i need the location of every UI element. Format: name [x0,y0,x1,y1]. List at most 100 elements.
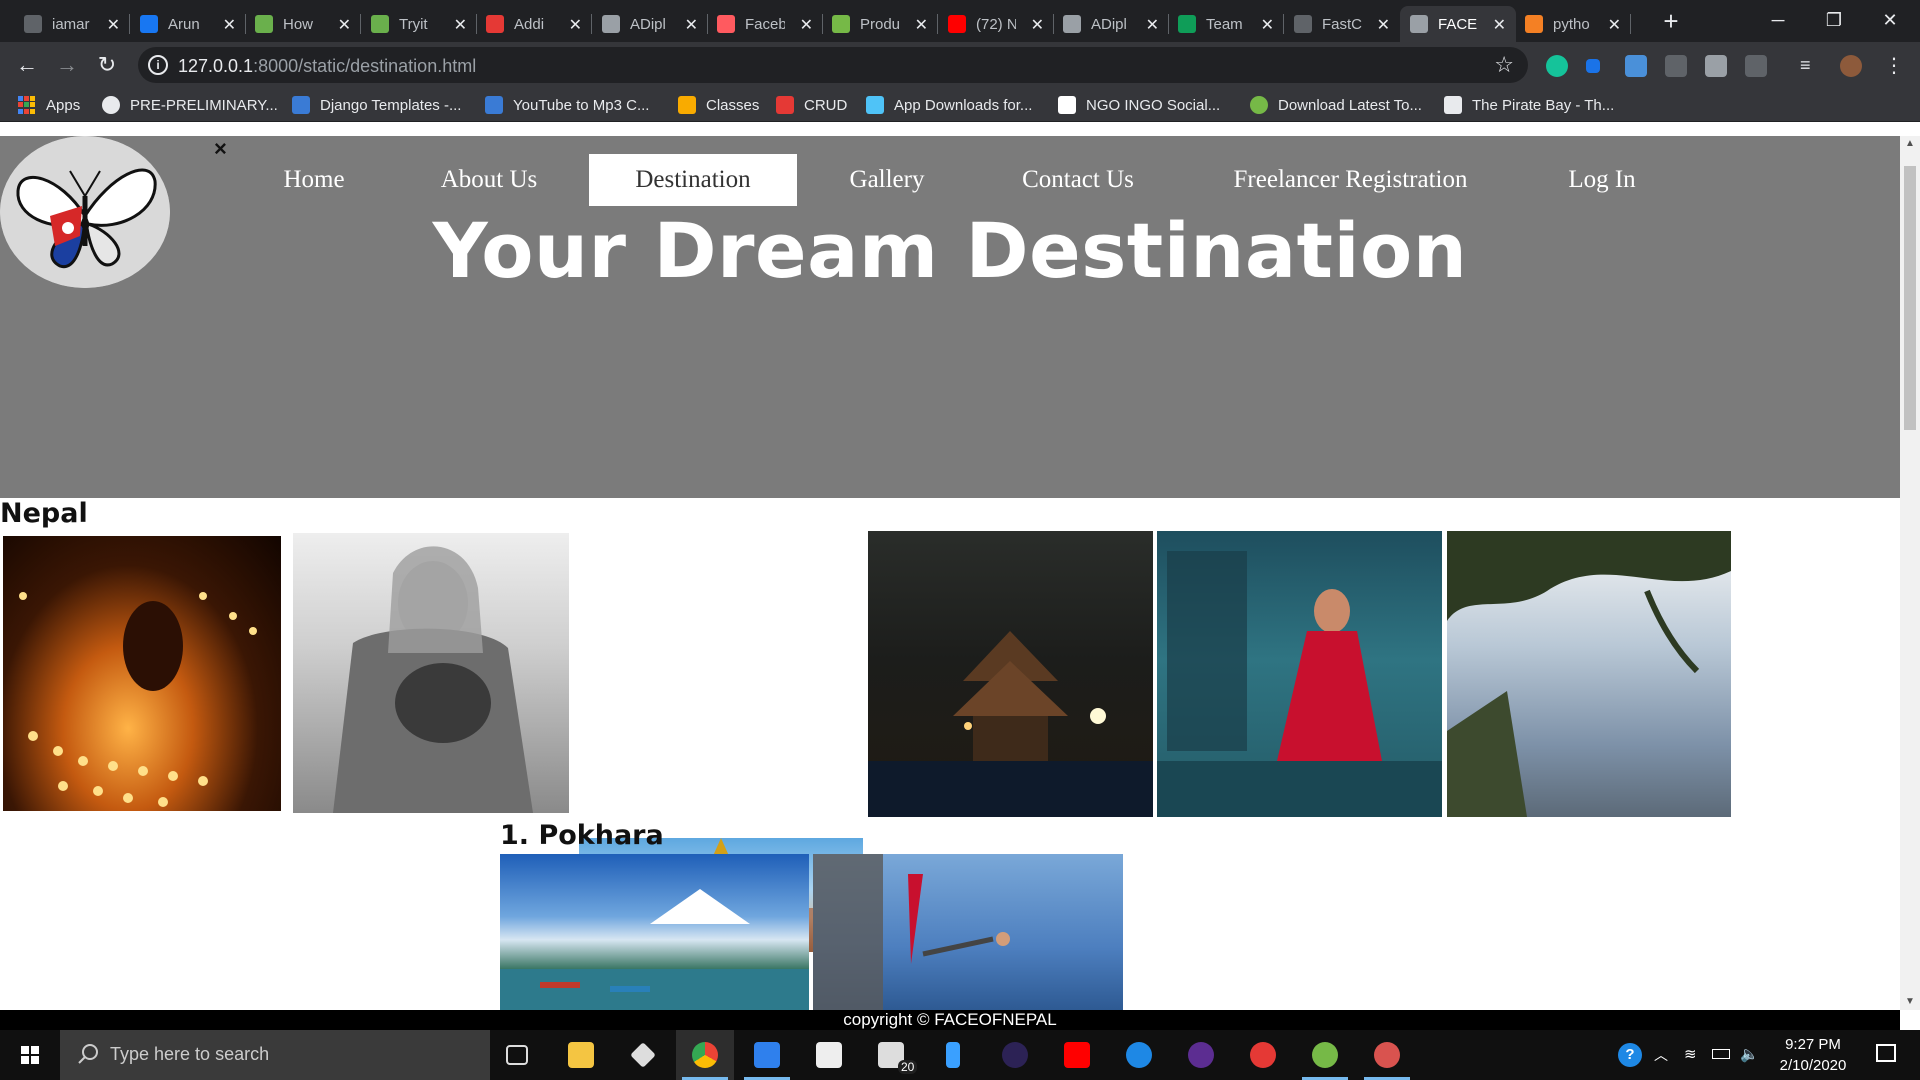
browser-tab[interactable]: Arun ✕ [130,6,246,42]
volume-icon[interactable]: 🔈 [1740,1030,1762,1080]
tab-title: Team [1206,15,1243,33]
bookmark-item[interactable]: YouTube to Mp3 C... [485,94,649,116]
reload-button[interactable]: ↻ [92,50,122,80]
tab-close-icon[interactable]: ✕ [1261,15,1274,35]
site-info-icon[interactable]: i [148,55,168,75]
tab-title: pytho [1553,15,1590,33]
edge-button[interactable] [1110,1030,1168,1080]
dropbox-button[interactable] [614,1030,672,1080]
tab-close-icon[interactable]: ✕ [338,15,351,35]
taskbar-search-box[interactable]: Type here to search [60,1030,490,1080]
bookmark-item[interactable]: PRE-PRELIMINARY... [102,94,278,116]
bookmark-item[interactable]: The Pirate Bay - Th... [1444,94,1614,116]
browser-tab[interactable]: Produ ✕ [822,6,938,42]
tab-close-icon[interactable]: ✕ [915,15,928,35]
bookmark-item[interactable]: Classes [678,94,759,116]
page-scrollbar[interactable]: ▲ ▼ [1900,136,1920,1010]
facebook-extension-icon[interactable] [1745,55,1767,77]
browser-tab[interactable]: pytho ✕ [1515,6,1631,42]
address-bar[interactable]: i 127.0.0.1:8000/static/destination.html… [138,47,1528,83]
tab-close-icon[interactable]: ✕ [223,15,236,35]
app-red-button[interactable] [1234,1030,1292,1080]
tab-close-icon[interactable]: ✕ [1146,15,1159,35]
browser-tab[interactable]: Addi ✕ [476,6,592,42]
new-tab-button[interactable]: + [1656,6,1686,36]
nav-gallery[interactable]: Gallery [820,154,954,206]
tab-close-icon[interactable]: ✕ [1493,15,1506,35]
browser-tab[interactable]: (72) N ✕ [938,6,1054,42]
nav-destination[interactable]: Destination [589,154,797,206]
tab-close-icon[interactable]: ✕ [685,15,698,35]
nav-contact-us[interactable]: Contact Us [998,154,1158,206]
url-text[interactable]: 127.0.0.1:8000/static/destination.html [178,56,476,77]
converter-icon [485,96,503,114]
help-tray-icon[interactable]: ? [1616,1030,1646,1080]
store-button[interactable] [800,1030,858,1080]
forward-button[interactable]: → [52,50,82,80]
tab-title: How [283,15,314,33]
bookmark-star-icon[interactable]: ☆ [1494,52,1514,78]
bookmark-item[interactable]: CRUD [776,94,847,116]
bookmark-item[interactable]: Apps [18,94,80,116]
minimize-button[interactable]: ─ [1750,0,1806,40]
browser-tab[interactable]: Team ✕ [1168,6,1284,42]
bookmark-item[interactable]: NGO INGO Social... [1058,94,1220,116]
battery-icon[interactable] [1712,1030,1734,1080]
snipping-tool-button[interactable] [1358,1030,1416,1080]
browser-tab[interactable]: FACE ✕ [1400,6,1516,42]
close-menu-icon[interactable]: × [214,136,227,162]
bookmark-item[interactable]: Django Templates -... [292,94,461,116]
browser-tab[interactable]: Tryit ✕ [361,6,477,42]
scroll-up-arrow-icon[interactable]: ▲ [1905,138,1915,149]
scroll-down-arrow-icon[interactable]: ▼ [1905,996,1915,1007]
utorrent-button[interactable] [1296,1030,1354,1080]
tab-close-icon[interactable]: ✕ [454,15,467,35]
browser-tab[interactable]: iamar ✕ [14,6,130,42]
chrome-button[interactable] [676,1030,734,1080]
grammarly-extension-icon[interactable] [1546,55,1568,77]
bookmark-item[interactable]: App Downloads for... [866,94,1032,116]
restore-button[interactable]: ❐ [1806,0,1862,40]
puzzle-extension-icon[interactable] [1705,55,1727,77]
wifi-icon[interactable]: ≋ [1684,1030,1706,1080]
nav-home[interactable]: Home [252,154,376,206]
tab-title: ADipl [1091,15,1127,33]
bookmark-item[interactable]: Download Latest To... [1250,94,1422,116]
eclipse-button[interactable] [986,1030,1044,1080]
menu-kebab-icon[interactable]: ⋮ [1884,55,1906,77]
media-control-icon[interactable]: ≡ [1800,55,1822,77]
app-bolt-button[interactable] [924,1030,982,1080]
nav-about-us[interactable]: About Us [404,154,574,206]
browser-tab[interactable]: FastC ✕ [1284,6,1400,42]
extension-icon[interactable] [1665,55,1687,77]
tab-close-icon[interactable]: ✕ [800,15,813,35]
extension-square-icon[interactable] [1586,59,1600,73]
close-window-button[interactable]: ✕ [1862,0,1918,40]
start-button[interactable] [0,1030,60,1080]
vscode-button[interactable] [738,1030,796,1080]
tab-close-icon[interactable]: ✕ [107,15,120,35]
browser-tab[interactable]: ADipl ✕ [592,6,708,42]
file-explorer-button[interactable] [552,1030,610,1080]
show-hidden-icons-button[interactable]: ︿ [1654,1030,1674,1080]
nav-log-in[interactable]: Log In [1550,154,1654,206]
scrollbar-thumb[interactable] [1904,166,1916,430]
taskbar-clock[interactable]: 9:27 PM 2/10/2020 [1768,1034,1858,1076]
back-button[interactable]: ← [12,50,42,80]
visual-studio-button[interactable] [1172,1030,1230,1080]
notifications-button[interactable] [1866,1030,1906,1080]
tab-close-icon[interactable]: ✕ [1608,15,1621,35]
profile-avatar[interactable] [1840,55,1862,77]
browser-tab[interactable]: How ✕ [245,6,361,42]
browser-tab[interactable]: ADipl ✕ [1053,6,1169,42]
browser-tab[interactable]: Faceb ✕ [707,6,823,42]
task-view-button[interactable] [490,1030,548,1080]
valley-image [1447,531,1731,817]
tab-close-icon[interactable]: ✕ [569,15,582,35]
tab-close-icon[interactable]: ✕ [1031,15,1044,35]
tab-close-icon[interactable]: ✕ [1377,15,1390,35]
accessibility-extension-icon[interactable] [1625,55,1647,77]
nav-freelancer-registration[interactable]: Freelancer Registration [1218,154,1483,206]
youtube-button[interactable] [1048,1030,1106,1080]
mail-button[interactable]: 20 [862,1030,920,1080]
